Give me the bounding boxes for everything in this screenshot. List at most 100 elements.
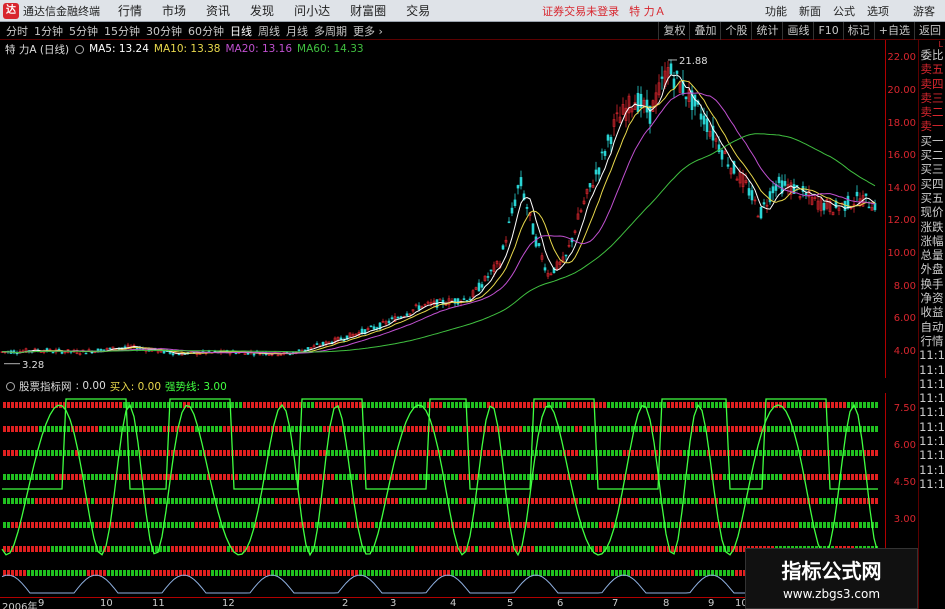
side-panel-item[interactable]: 收益 bbox=[919, 305, 945, 319]
menu-new-page[interactable]: 新面 bbox=[799, 3, 821, 19]
menu-quotes[interactable]: 行情 bbox=[118, 2, 142, 19]
side-panel-item[interactable]: 11:1 bbox=[919, 363, 945, 377]
side-panel-item[interactable]: 外盘 bbox=[919, 262, 945, 276]
candle-body bbox=[609, 136, 613, 145]
indicator-bar bbox=[539, 402, 542, 408]
indicator-bar bbox=[867, 474, 870, 480]
indicator-bar bbox=[187, 522, 190, 528]
login-warning[interactable]: 证券交易未登录 bbox=[542, 3, 619, 19]
side-panel-item[interactable]: 净资 bbox=[919, 291, 945, 305]
gear-icon[interactable] bbox=[75, 44, 85, 54]
side-panel-item[interactable]: 总量 bbox=[919, 248, 945, 262]
side-panel-item[interactable]: 卖一 bbox=[919, 119, 945, 133]
menu-formula[interactable]: 公式 bbox=[833, 3, 855, 19]
side-panel-item[interactable]: 买四 bbox=[919, 177, 945, 191]
indicator-bar bbox=[23, 402, 26, 408]
indicator-bar bbox=[91, 426, 94, 432]
side-panel-item[interactable]: 行情 bbox=[919, 334, 945, 348]
indicator-bar bbox=[99, 426, 102, 432]
side-panel-item[interactable]: 买一 bbox=[919, 134, 945, 148]
indicator-bar bbox=[271, 474, 274, 480]
period-15min[interactable]: 15分钟 bbox=[104, 23, 140, 39]
gear-icon[interactable] bbox=[6, 381, 15, 391]
side-panel-item[interactable]: 自动 bbox=[919, 320, 945, 334]
period-multi[interactable]: 多周期 bbox=[314, 23, 347, 39]
side-panel-item[interactable]: 11:1 bbox=[919, 448, 945, 462]
indicator-bar bbox=[183, 450, 186, 456]
indicator-bar bbox=[27, 402, 30, 408]
tool-add-watch[interactable]: +自选 bbox=[873, 22, 914, 40]
user-label[interactable]: 游客 bbox=[913, 3, 935, 19]
side-panel-item[interactable]: 11:1 bbox=[919, 377, 945, 391]
period-daily[interactable]: 日线 bbox=[230, 23, 252, 39]
period-more[interactable]: 更多 › bbox=[353, 23, 383, 39]
side-panel-item[interactable]: 涨跌 bbox=[919, 220, 945, 234]
side-panel-item[interactable]: 11:1 bbox=[919, 405, 945, 419]
side-panel-item[interactable]: 卖五 bbox=[919, 62, 945, 76]
side-panel-item[interactable]: 换手 bbox=[919, 277, 945, 291]
period-monthly[interactable]: 月线 bbox=[286, 23, 308, 39]
tool-stock[interactable]: 个股 bbox=[720, 22, 751, 40]
indicator-bar bbox=[851, 426, 854, 432]
side-panel-item[interactable]: 买二 bbox=[919, 148, 945, 162]
indicator-bar bbox=[635, 546, 638, 552]
indicator-bar bbox=[591, 474, 594, 480]
side-panel-item[interactable]: 现价 bbox=[919, 205, 945, 219]
indicator-bar bbox=[451, 474, 454, 480]
indicator-bar bbox=[471, 570, 474, 576]
period-5min[interactable]: 5分钟 bbox=[69, 23, 98, 39]
tool-adjust[interactable]: 复权 bbox=[658, 22, 689, 40]
side-panel-item[interactable]: 11:1 bbox=[919, 391, 945, 405]
side-panel-item[interactable]: 买三 bbox=[919, 162, 945, 176]
tool-overlay[interactable]: 叠加 bbox=[689, 22, 720, 40]
menu-trade[interactable]: 交易 bbox=[406, 2, 430, 19]
menu-discover[interactable]: 发现 bbox=[250, 2, 274, 19]
side-panel-item[interactable]: 11:1 bbox=[919, 477, 945, 491]
side-panel-item[interactable]: 委比 bbox=[919, 48, 945, 62]
indicator-bar bbox=[647, 474, 650, 480]
tool-draw[interactable]: 画线 bbox=[782, 22, 813, 40]
side-panel-item[interactable]: 11:1 bbox=[919, 420, 945, 434]
tool-mark[interactable]: 标记 bbox=[842, 22, 874, 40]
indicator-bar bbox=[391, 498, 394, 504]
side-panel-item[interactable]: 卖三 bbox=[919, 91, 945, 105]
indicator-bar bbox=[43, 498, 46, 504]
indicator-bar bbox=[779, 498, 782, 504]
indicator-bar bbox=[427, 522, 430, 528]
menu-options[interactable]: 选项 bbox=[867, 3, 889, 19]
indicator-bar bbox=[419, 570, 422, 576]
side-panel-item[interactable]: 涨幅 bbox=[919, 234, 945, 248]
tool-stats[interactable]: 统计 bbox=[751, 22, 782, 40]
menu-function[interactable]: 功能 bbox=[765, 3, 787, 19]
period-intraday[interactable]: 分时 bbox=[6, 23, 28, 39]
indicator-bar bbox=[51, 570, 54, 576]
indicator-bar bbox=[211, 522, 214, 528]
side-panel-item[interactable]: 买五 bbox=[919, 191, 945, 205]
menu-news[interactable]: 资讯 bbox=[206, 2, 230, 19]
side-panel-item[interactable]: 卖二 bbox=[919, 105, 945, 119]
period-1min[interactable]: 1分钟 bbox=[34, 23, 63, 39]
menu-wealth[interactable]: 财富圈 bbox=[350, 2, 386, 19]
indicator-bar bbox=[7, 498, 10, 504]
period-weekly[interactable]: 周线 bbox=[258, 23, 280, 39]
indicator-bar bbox=[367, 402, 370, 408]
indicator-bar bbox=[467, 570, 470, 576]
candlestick-chart[interactable]: 21.883.28 bbox=[0, 56, 885, 379]
period-30min[interactable]: 30分钟 bbox=[146, 23, 182, 39]
indicator-bar bbox=[43, 474, 46, 480]
tool-back[interactable]: 返回 bbox=[914, 22, 945, 40]
indicator-bar bbox=[643, 570, 646, 576]
side-panel-item[interactable]: 11:1 bbox=[919, 348, 945, 362]
indicator-bar bbox=[199, 522, 202, 528]
tool-f10[interactable]: F10 bbox=[813, 22, 842, 40]
side-panel-item[interactable]: 11:1 bbox=[919, 463, 945, 477]
menu-market[interactable]: 市场 bbox=[162, 2, 186, 19]
menu-ask[interactable]: 问小达 bbox=[294, 2, 330, 19]
period-60min[interactable]: 60分钟 bbox=[188, 23, 224, 39]
side-panel-item[interactable]: 11:1 bbox=[919, 434, 945, 448]
indicator-name[interactable]: 股票指标网 bbox=[19, 379, 72, 394]
indicator-bar bbox=[483, 498, 486, 504]
side-panel-item[interactable]: 卖四 bbox=[919, 77, 945, 91]
indicator-bar bbox=[739, 450, 742, 456]
indicator-bar bbox=[815, 474, 818, 480]
